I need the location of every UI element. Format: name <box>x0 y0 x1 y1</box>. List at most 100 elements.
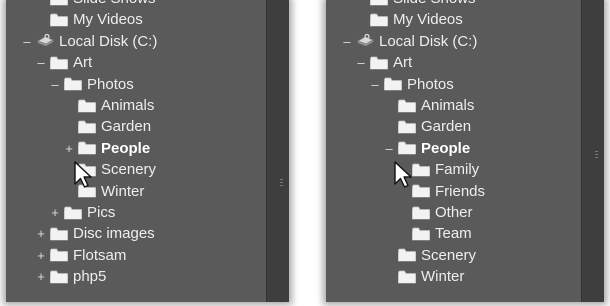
tree-item-label: Winter <box>101 182 145 200</box>
tree-item-label: Local Disk (C:) <box>59 32 158 50</box>
tree-item-label: Slide Shows <box>393 0 476 7</box>
tree-item[interactable]: Scenery <box>384 245 476 266</box>
expand-toggle[interactable]: + <box>50 202 60 223</box>
tree-item[interactable]: Animals <box>64 95 154 116</box>
vertical-scrollbar[interactable] <box>266 0 289 302</box>
expand-toggle[interactable]: + <box>64 138 74 159</box>
tree-item-label: Scenery <box>421 246 477 264</box>
folder-icon <box>50 227 68 241</box>
tree-item-label: Disc images <box>73 225 155 243</box>
tree-item[interactable]: Garden <box>384 116 471 137</box>
tree-item[interactable]: – Photos <box>50 74 134 95</box>
folder-icon <box>50 0 68 6</box>
folder-icon <box>50 270 68 284</box>
folder-icon <box>412 227 430 241</box>
disk-icon <box>36 34 54 48</box>
folder-icon <box>398 270 416 284</box>
expand-toggle[interactable]: + <box>36 266 46 287</box>
folder-icon <box>398 141 416 155</box>
tree-item-label: Family <box>435 161 480 179</box>
vertical-scrollbar[interactable] <box>581 0 604 302</box>
tree-item[interactable]: Family <box>398 159 479 180</box>
tree-item[interactable]: My Videos <box>356 9 463 30</box>
tree-item[interactable]: + People <box>64 138 150 159</box>
tree-item-label: People <box>101 139 151 157</box>
folder-icon <box>64 206 82 220</box>
tree-item[interactable]: + Flotsam <box>36 245 126 266</box>
tree-item[interactable]: Winter <box>64 181 144 202</box>
tree-item[interactable]: + Disc images <box>36 223 155 244</box>
scrollbar-grip[interactable] <box>280 179 283 188</box>
folder-icon <box>412 184 430 198</box>
tree-item-label: Local Disk (C:) <box>379 32 478 50</box>
tree-item-label: Flotsam <box>73 246 127 264</box>
folder-icon <box>78 141 96 155</box>
collapse-toggle[interactable]: – <box>370 74 380 95</box>
tree-item-label: Slide Shows <box>73 0 156 7</box>
tree-item-label: Animals <box>421 97 475 114</box>
folder-icon <box>412 206 430 220</box>
folder-icon <box>412 163 430 177</box>
tree-item[interactable]: Slide Shows <box>356 0 476 9</box>
folder-icon <box>398 248 416 262</box>
collapse-toggle[interactable]: – <box>22 31 32 52</box>
tree-item[interactable]: – Art <box>356 52 412 73</box>
tree-item[interactable]: + php5 <box>36 266 106 287</box>
tree-item[interactable]: Winter <box>384 266 464 287</box>
tree-item[interactable]: – Local Disk (C:) <box>342 31 477 52</box>
tree-item-label: Scenery <box>101 161 157 179</box>
collapse-toggle[interactable]: – <box>36 52 46 73</box>
expand-toggle[interactable]: + <box>36 245 46 266</box>
tree-item-label: Art <box>73 54 93 72</box>
tree-item[interactable]: Team <box>398 223 472 244</box>
tree-item[interactable]: – Art <box>36 52 92 73</box>
tree-item-label: Animals <box>101 97 155 114</box>
tree-item[interactable]: Other <box>398 202 473 223</box>
folder-icon <box>78 120 96 134</box>
tree-item-label: Pics <box>87 204 116 221</box>
expand-toggle[interactable]: + <box>36 223 46 244</box>
tree-item-label: Garden <box>421 118 472 136</box>
folder-icon <box>370 0 388 6</box>
folder-icon <box>370 56 388 70</box>
folder-icon <box>78 99 96 113</box>
tree-item-label: People <box>421 139 471 157</box>
tree-item-label: Photos <box>87 75 134 93</box>
disk-icon <box>356 34 374 48</box>
tree-item[interactable]: Animals <box>384 95 474 116</box>
folder-icon <box>78 163 96 177</box>
tree-item-label: php5 <box>73 268 107 286</box>
collapse-toggle[interactable]: – <box>342 31 352 52</box>
tree-item-label: Friends <box>435 182 486 200</box>
folder-icon <box>64 77 82 91</box>
folder-icon <box>50 248 68 262</box>
tree-item-label: My Videos <box>393 11 463 29</box>
tree-item-label: Garden <box>101 118 152 136</box>
collapse-toggle[interactable]: – <box>384 138 394 159</box>
scrollbar-grip[interactable] <box>595 151 598 160</box>
folder-icon <box>370 13 388 27</box>
tree-item[interactable]: Friends <box>398 181 485 202</box>
folder-icon <box>50 13 68 27</box>
tree-item[interactable]: My Videos <box>36 9 143 30</box>
tree-item[interactable]: – Photos <box>370 74 454 95</box>
tree-item[interactable]: – People <box>384 138 470 159</box>
collapse-toggle[interactable]: – <box>356 52 366 73</box>
tree-item-label: Winter <box>421 268 465 286</box>
tree-item-label: Art <box>393 54 413 72</box>
tree-item-label: Photos <box>407 75 454 93</box>
folder-icon <box>50 56 68 70</box>
folder-icon <box>398 99 416 113</box>
tree-item[interactable]: Slide Shows <box>36 0 156 9</box>
tree-item[interactable]: + Pics <box>50 202 115 223</box>
collapse-toggle[interactable]: – <box>50 74 60 95</box>
tree-panel-after: Slide ShowsMy Videos–Local Disk (C:)–Art… <box>326 0 604 302</box>
tree-item-label: My Videos <box>73 11 143 29</box>
folder-icon <box>78 184 96 198</box>
tree-item[interactable]: Scenery <box>64 159 156 180</box>
folder-icon <box>398 120 416 134</box>
tree-item[interactable]: – Local Disk (C:) <box>22 31 157 52</box>
tree-item[interactable]: Garden <box>64 116 151 137</box>
folder-icon <box>384 77 402 91</box>
tree-item-label: Team <box>435 225 472 243</box>
